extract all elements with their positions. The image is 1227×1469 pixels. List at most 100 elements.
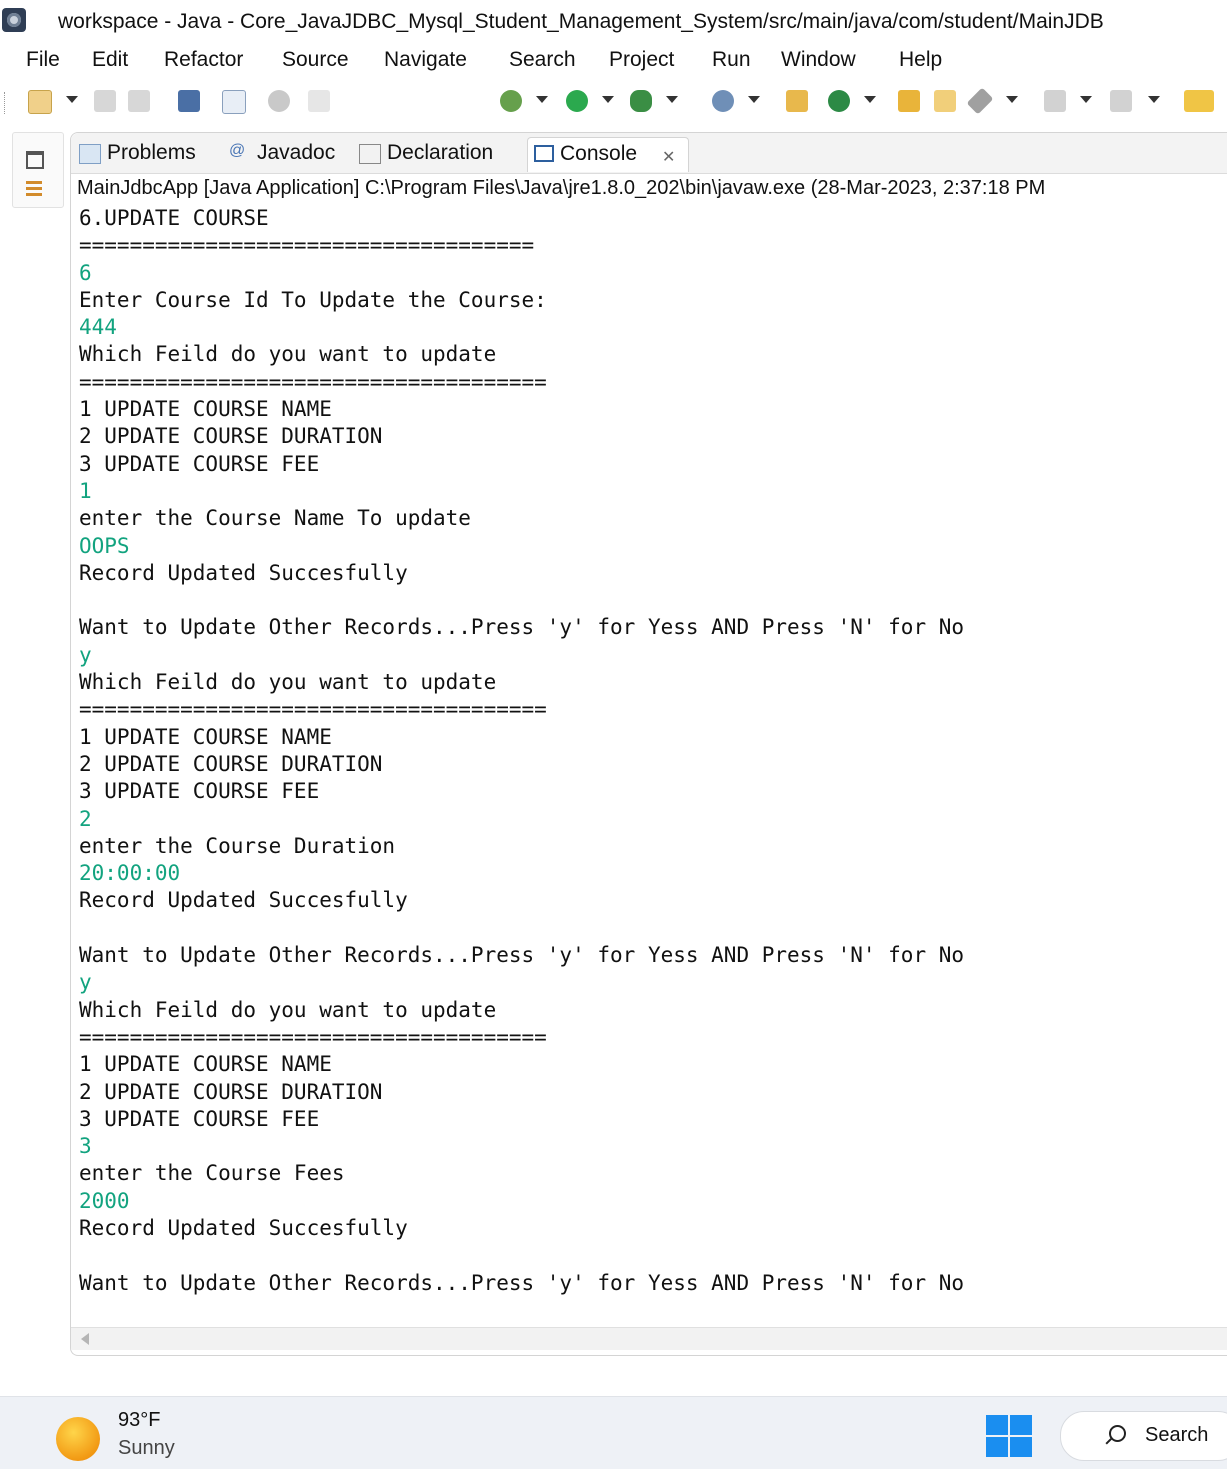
eclipse-app-icon[interactable]: [2, 8, 26, 32]
tab-problems[interactable]: Problems: [79, 137, 219, 171]
search-icon: [1109, 1425, 1126, 1442]
chevron-down-icon[interactable]: [1080, 96, 1092, 103]
console-input-line: y: [79, 970, 92, 995]
close-icon[interactable]: ✕: [662, 147, 675, 167]
console-output-line: 3 UPDATE COURSE FEE: [79, 451, 320, 476]
main-toolbar: [0, 86, 1227, 120]
terminal-icon[interactable]: [178, 90, 200, 112]
menu-window[interactable]: Window: [781, 48, 856, 72]
tab-label: Console: [560, 142, 638, 165]
skip-breakpoints-icon[interactable]: [222, 90, 246, 114]
outline-icon[interactable]: [26, 181, 42, 197]
tab-label: Javadoc: [257, 141, 336, 164]
menu-help[interactable]: Help: [899, 48, 942, 72]
console-input-line: 444: [79, 315, 117, 340]
chevron-down-icon[interactable]: [1006, 96, 1018, 103]
console-output-line: 1 UPDATE COURSE NAME: [79, 724, 332, 749]
open-type-icon[interactable]: [828, 90, 850, 112]
external-tools-icon[interactable]: [630, 90, 652, 112]
windows-logo-pane: [986, 1437, 1008, 1457]
console-output-line: 2 UPDATE COURSE DURATION: [79, 424, 383, 449]
console-input-line: 6: [79, 260, 92, 285]
menu-file[interactable]: File: [26, 48, 60, 72]
menu-project[interactable]: Project: [609, 48, 674, 72]
console-output-line: 6.UPDATE COURSE: [79, 206, 269, 230]
pin-icon[interactable]: [268, 90, 290, 112]
previous-annotation-icon[interactable]: [1110, 90, 1132, 112]
scroll-left-arrow-icon[interactable]: [81, 1333, 89, 1345]
tab-javadoc[interactable]: @ Javadoc: [229, 137, 349, 171]
minimized-views-trim: [12, 132, 64, 208]
console-output[interactable]: 6.UPDATE COURSE =========================…: [79, 205, 1219, 1297]
console-input-line: 2: [79, 806, 92, 831]
chevron-down-icon[interactable]: [748, 96, 760, 103]
console-output-line: =====================================: [79, 369, 547, 394]
console-output-line: 2 UPDATE COURSE DURATION: [79, 1079, 383, 1104]
chevron-down-icon[interactable]: [1148, 96, 1160, 103]
console-output-line: =====================================: [79, 697, 547, 722]
run-icon[interactable]: [566, 90, 588, 112]
console-output-line: Enter Course Id To Update the Course:: [79, 287, 547, 312]
open-folder-icon[interactable]: [934, 90, 956, 112]
console-output-line: Record Updated Succesfully: [79, 560, 408, 585]
weather-temperature[interactable]: 93°F: [118, 1409, 160, 1432]
console-output-line: Which Feild do you want to update: [79, 997, 497, 1022]
new-icon[interactable]: [28, 90, 52, 114]
menu-search[interactable]: Search: [509, 48, 576, 72]
taskbar-search-box[interactable]: Search: [1060, 1411, 1227, 1461]
console-output-line: Want to Update Other Records...Press 'y'…: [79, 615, 965, 640]
console-output-line: Want to Update Other Records...Press 'y'…: [79, 1270, 965, 1295]
debug-icon[interactable]: [500, 90, 522, 112]
console-output-line: ====================================: [79, 233, 535, 258]
annotation-icon[interactable]: [308, 90, 330, 112]
restore-icon[interactable]: [26, 151, 44, 169]
windows-logo-pane: [1010, 1415, 1032, 1435]
save-all-icon[interactable]: [128, 90, 150, 112]
console-output-line: enter the Course Name To update: [79, 506, 471, 531]
back-icon[interactable]: [1184, 90, 1214, 112]
console-process-description: MainJdbcApp [Java Application] C:\Progra…: [77, 177, 1046, 199]
console-view: Problems @ Javadoc Declaration Console ✕…: [70, 132, 1227, 1356]
save-icon[interactable]: [94, 90, 116, 112]
pen-icon[interactable]: [966, 87, 994, 115]
console-icon: [534, 145, 554, 162]
console-output-line: 2 UPDATE COURSE DURATION: [79, 751, 383, 776]
console-output-line: Record Updated Succesfully: [79, 1215, 408, 1240]
new-java-class-icon[interactable]: [786, 90, 808, 112]
tab-label: Declaration: [387, 141, 494, 164]
window-title: workspace - Java - Core_JavaJDBC_Mysql_S…: [58, 10, 1104, 33]
menu-source[interactable]: Source: [282, 48, 349, 72]
declaration-icon: [359, 144, 381, 164]
tab-declaration[interactable]: Declaration: [359, 137, 519, 171]
console-input-line: 20:00:00: [79, 861, 181, 886]
weather-description[interactable]: Sunny: [118, 1437, 175, 1460]
tab-console[interactable]: Console ✕: [527, 137, 689, 172]
sun-icon[interactable]: [56, 1417, 100, 1461]
javadoc-icon: @: [229, 142, 246, 159]
console-output-line: Which Feild do you want to update: [79, 670, 497, 695]
chevron-down-icon[interactable]: [536, 96, 548, 103]
windows-start-button[interactable]: [986, 1415, 1034, 1459]
next-annotation-icon[interactable]: [1044, 90, 1066, 112]
menu-run[interactable]: Run: [712, 48, 751, 72]
open-task-icon[interactable]: [898, 90, 920, 112]
search-icon[interactable]: [712, 90, 734, 112]
console-output-line: enter the Course Fees: [79, 1161, 345, 1186]
menu-refactor[interactable]: Refactor: [164, 48, 243, 72]
chevron-down-icon[interactable]: [666, 96, 678, 103]
console-output-line: Record Updated Succesfully: [79, 888, 408, 913]
windows-logo-pane: [1010, 1437, 1032, 1457]
toolbar-separator: [4, 92, 7, 114]
menu-edit[interactable]: Edit: [92, 48, 128, 72]
taskbar: 93°F Sunny Search: [0, 1396, 1227, 1469]
chevron-down-icon[interactable]: [864, 96, 876, 103]
chevron-down-icon[interactable]: [602, 96, 614, 103]
windows-logo-pane: [986, 1415, 1008, 1435]
horizontal-scrollbar[interactable]: [71, 1327, 1227, 1350]
chevron-down-icon[interactable]: [66, 96, 78, 103]
console-input-line: 2000: [79, 1188, 130, 1213]
view-tab-bar: Problems @ Javadoc Declaration Console ✕: [71, 133, 1227, 174]
menu-navigate[interactable]: Navigate: [384, 48, 467, 72]
